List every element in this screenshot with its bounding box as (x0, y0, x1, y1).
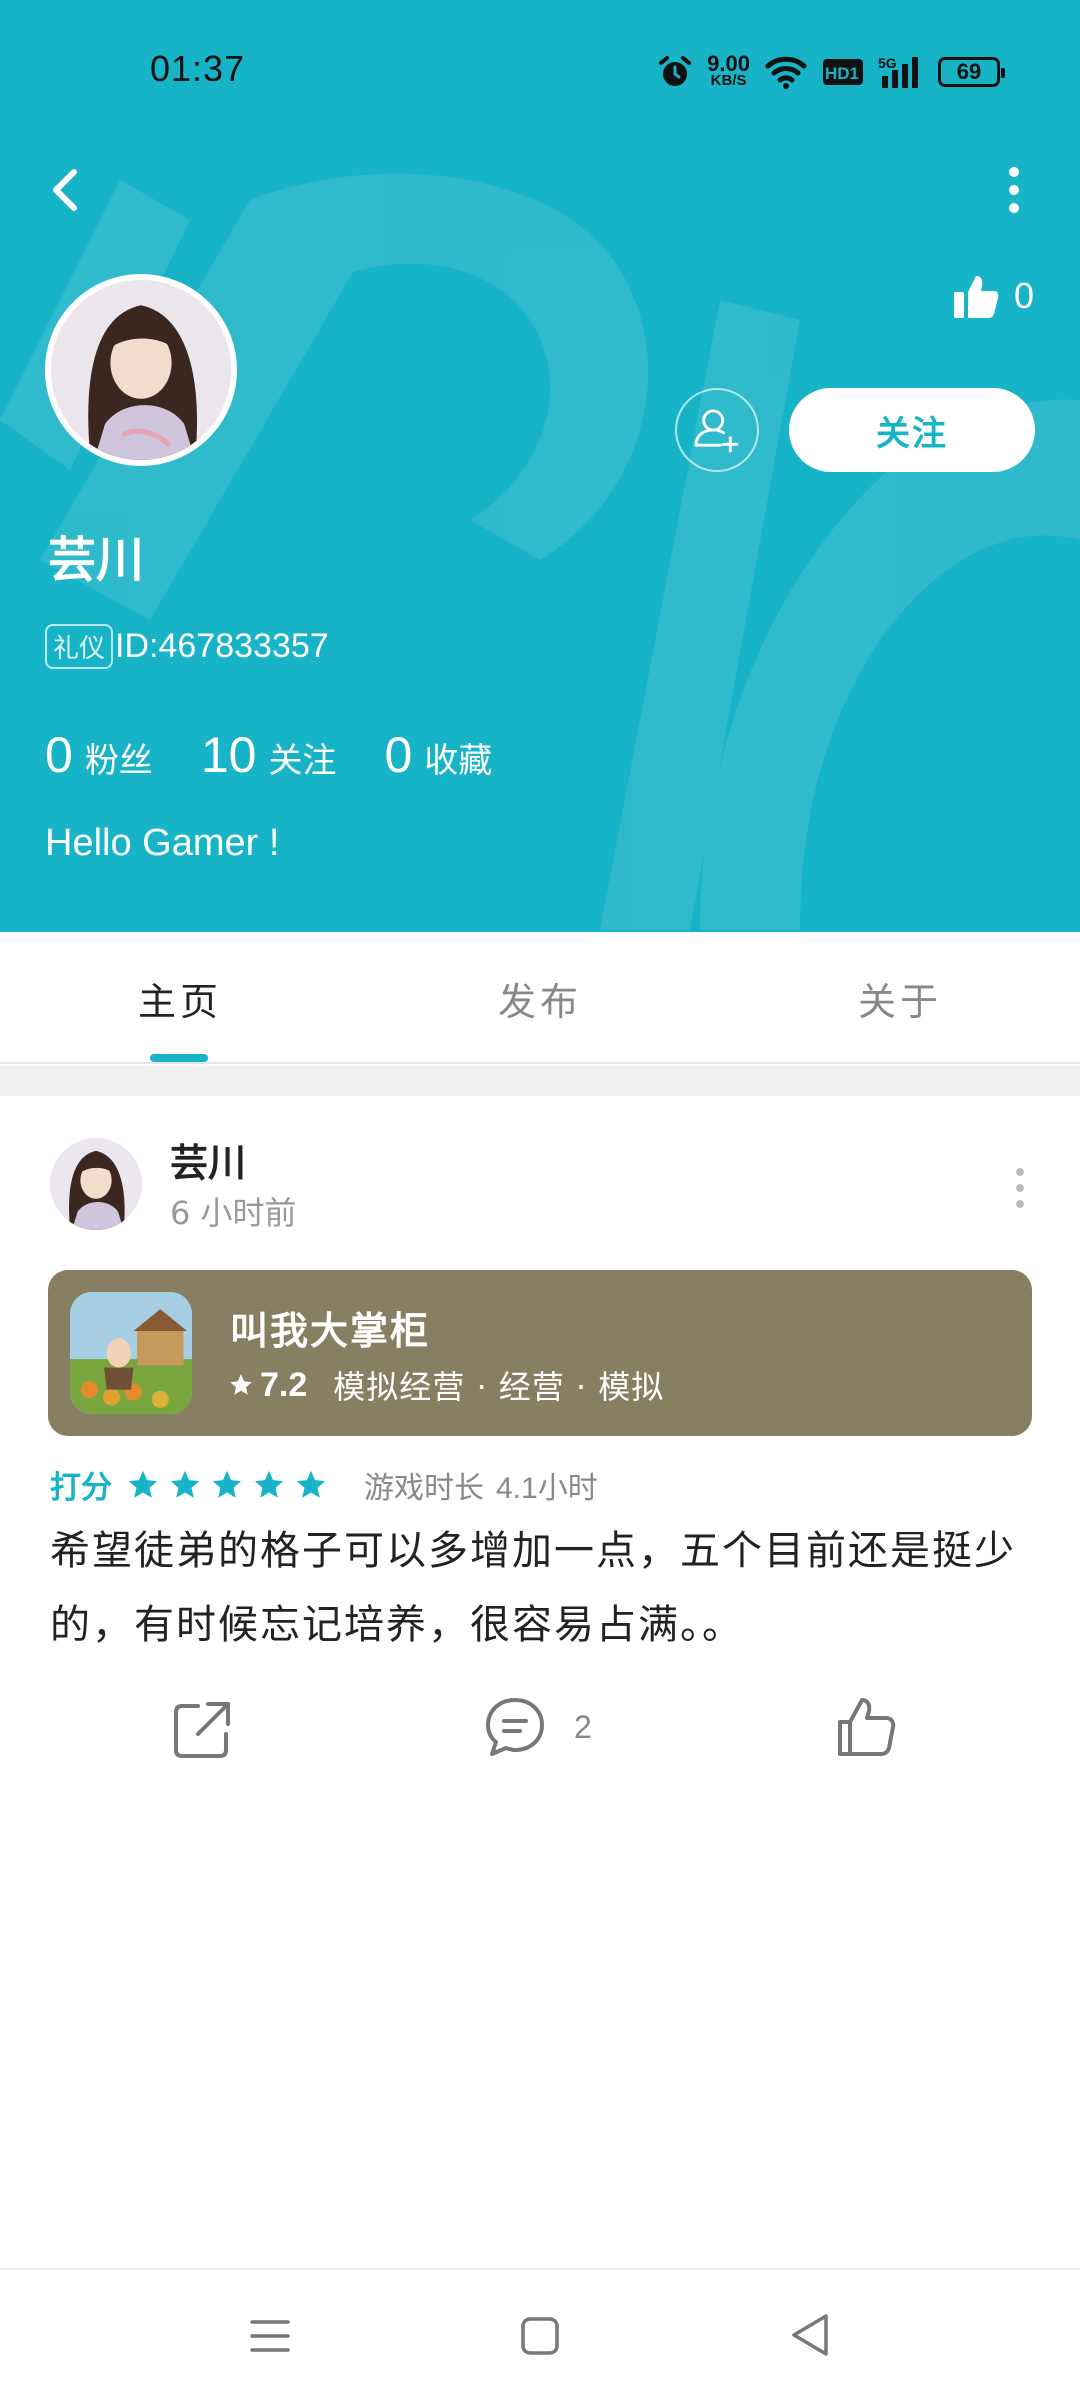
share-icon[interactable] (168, 1696, 236, 1764)
profile-id: ID:467833357 (115, 627, 329, 665)
star-icon (128, 1470, 158, 1498)
tab-home[interactable]: 主页 (0, 932, 360, 1064)
anime-avatar-image (50, 1138, 142, 1230)
status-bar: 01:37 9.00 KB/S HD1 5G 69 (0, 0, 1080, 140)
hd-icon: HD1 (823, 59, 863, 85)
star-icon (212, 1470, 242, 1498)
star-icon (230, 1374, 252, 1395)
profile-like-count: 0 (1013, 275, 1034, 316)
follow-button[interactable]: 关注 (789, 388, 1035, 472)
game-score: 7.2 (260, 1365, 308, 1404)
stat-following-count: 10 (200, 727, 257, 783)
game-title: 叫我大掌柜 (230, 1309, 431, 1353)
playtime-value: 4.1小时 (496, 1471, 598, 1505)
profile-tabs: 主页 发布 关于 (0, 932, 1080, 1064)
system-nav-bar (0, 2268, 1080, 2400)
etiquette-badge[interactable]: 礼仪 (45, 624, 114, 669)
profile-header: 01:37 9.00 KB/S HD1 5G 69 0 关注 芸川 礼仪 ID:… (0, 0, 1080, 932)
anime-avatar-image (51, 280, 231, 460)
rating-stars (126, 1468, 328, 1502)
stat-following[interactable]: 10 关注 (201, 726, 337, 784)
active-tab-indicator (150, 1054, 208, 1062)
menu-icon[interactable] (248, 2314, 292, 2358)
stat-fans[interactable]: 0 粉丝 (45, 726, 153, 784)
rating-label: 打分 (50, 1470, 112, 1506)
battery-icon: 69 (938, 57, 1005, 87)
post-author-avatar[interactable] (50, 1138, 142, 1230)
rating-row: 打分 游戏时长 4.1小时 (50, 1462, 598, 1507)
star-icon (254, 1470, 284, 1498)
tab-about[interactable]: 关于 (720, 932, 1080, 1064)
comment-button[interactable]: 2 (482, 1694, 592, 1760)
home-square-icon[interactable] (518, 2314, 562, 2358)
stat-favorites[interactable]: 0 收藏 (384, 726, 492, 784)
game-thumbnail-image (70, 1292, 192, 1414)
status-time: 01:37 (150, 48, 246, 89)
back-icon[interactable] (36, 160, 96, 220)
post-more-icon[interactable] (1000, 1158, 1040, 1218)
network-speed-unit: KB/S (710, 72, 747, 89)
star-icon (170, 1470, 200, 1498)
game-card[interactable]: 叫我大掌柜 7.2 模拟经营 · 经营 · 模拟 (48, 1270, 1032, 1436)
tab-posts[interactable]: 发布 (360, 932, 720, 1064)
alarm-icon (659, 56, 692, 86)
playtime-label: 游戏时长 (364, 1470, 484, 1506)
network-speed: 9.00 KB/S (707, 51, 750, 90)
profile-likes[interactable]: 0 (952, 272, 1034, 320)
signal-icon-label: 5G (878, 55, 897, 71)
post-timestamp: 6 小时前 (170, 1194, 297, 1232)
star-icon (296, 1470, 326, 1498)
network-speed-value: 9.00 (707, 51, 750, 76)
back-triangle-icon[interactable] (786, 2310, 834, 2360)
signal-icon: 5G (878, 55, 918, 88)
review-text[interactable]: 希望徒弟的格子可以多增加一点，五个目前还是挺少的，有时候忘记培养，很容易占满。。 (50, 1514, 1040, 1662)
profile-avatar[interactable] (45, 274, 237, 466)
comment-count: 2 (574, 1708, 592, 1745)
profile-stats: 0 粉丝 10 关注 0 收藏 (45, 726, 540, 784)
wifi-icon (765, 56, 807, 89)
game-tags: 模拟经营 · 经营 · 模拟 (333, 1368, 665, 1406)
post-author-name[interactable]: 芸川 (170, 1132, 246, 1187)
stat-following-label: 关注 (268, 741, 337, 781)
game-icon (70, 1292, 192, 1414)
stat-favorites-label: 收藏 (424, 741, 493, 781)
stat-fans-label: 粉丝 (84, 741, 153, 781)
section-divider (0, 1066, 1080, 1096)
stat-favorites-count: 0 (384, 727, 413, 783)
game-meta: 7.2 模拟经营 · 经营 · 模拟 (228, 1362, 664, 1408)
status-icons: 9.00 KB/S HD1 5G 69 (657, 50, 1005, 94)
stat-fans-count: 0 (45, 727, 73, 783)
more-options-icon[interactable] (984, 160, 1044, 220)
like-icon[interactable] (834, 1694, 900, 1760)
profile-id-row: 礼仪 ID:467833357 (45, 624, 329, 669)
add-friend-button[interactable] (675, 388, 759, 472)
profile-name: 芸川 (48, 532, 145, 588)
profile-bio: Hello Gamer ! (45, 822, 280, 864)
review-post: 芸川 6 小时前 叫我大掌柜 7.2 模拟经营 · 经营 · 模拟 打分 游戏时… (0, 1096, 1080, 1796)
hd-icon-label: HD1 (825, 64, 859, 83)
thumbs-up-icon (953, 276, 999, 318)
comment-icon (486, 1698, 544, 1756)
